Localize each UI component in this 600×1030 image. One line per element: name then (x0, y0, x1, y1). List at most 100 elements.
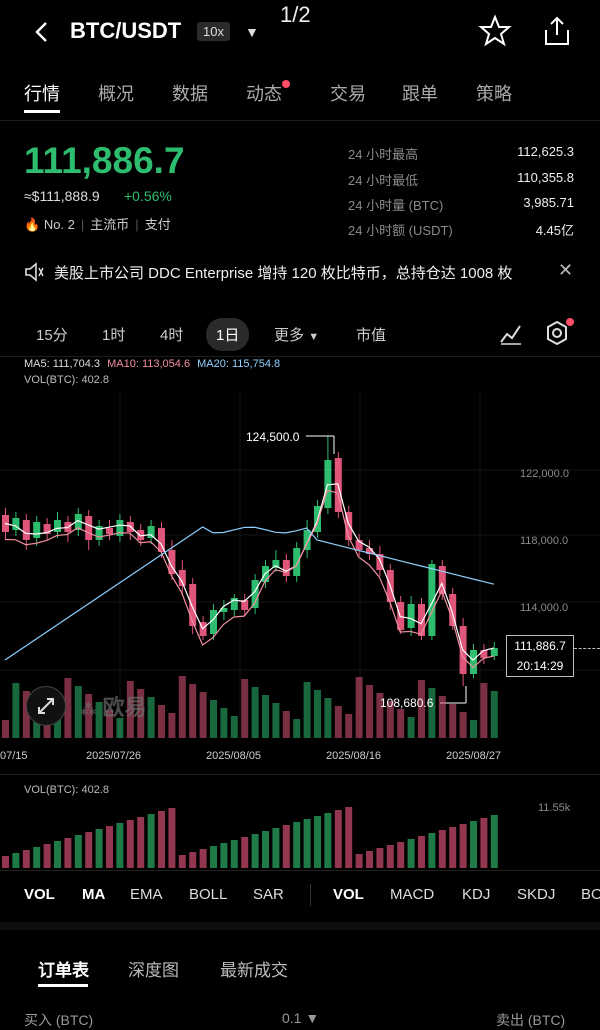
tag-mainstream[interactable]: 主流币 (90, 217, 129, 232)
volume-bar (438, 830, 446, 868)
orderbook-tab-indicator (38, 984, 88, 987)
volume-bar (449, 827, 457, 868)
volume-chart (2, 807, 498, 868)
timeframe-1d[interactable]: 1日 (206, 318, 250, 351)
y-tick-label: 114,000.0 (520, 602, 569, 614)
indicator-kdj[interactable]: KDJ (462, 886, 490, 903)
low-annotation: 108,680.6 (380, 696, 434, 710)
volume-bar-overlay (480, 683, 488, 738)
volume-bar-overlay (314, 690, 321, 738)
indicator-sar[interactable]: SAR (253, 886, 284, 903)
tab-order-book[interactable]: 订单表 (38, 956, 89, 981)
coin-tags: 🔥 No. 2 | 主流币 | 支付 (24, 217, 171, 232)
indicator-boll[interactable]: BOLL (189, 886, 227, 903)
tab-market[interactable]: 行情 (24, 80, 60, 106)
volume-bar (33, 847, 41, 868)
trading-pair-title[interactable]: BTC/USDT (70, 18, 181, 44)
tab-strategy[interactable]: 策略 (476, 80, 512, 106)
volume-bar (64, 838, 72, 868)
volume-bar-overlay (189, 684, 197, 738)
section-gap (0, 922, 600, 930)
x-date-label: 2025/08/16 (326, 750, 382, 762)
volume-bar-overlay (397, 709, 405, 738)
stat-value-high: 112,625.3 (517, 144, 574, 159)
candle-body (418, 604, 425, 636)
volume-bar (272, 828, 280, 868)
volume-bar (2, 856, 9, 868)
volume-bar (22, 850, 30, 868)
ma20-line (4, 526, 494, 661)
timeframe-4h[interactable]: 4时 (160, 324, 183, 345)
tab-depth-chart[interactable]: 深度图 (128, 956, 179, 981)
volume-bar-overlay (449, 704, 457, 738)
volume-bar (314, 816, 321, 868)
back-arrow-icon[interactable] (28, 18, 56, 46)
candle-body (490, 648, 498, 656)
indicator-boll-sub[interactable]: BO (581, 886, 600, 903)
indicator-ma[interactable]: MA (82, 886, 105, 903)
market-cap-toggle[interactable]: 市值 (356, 324, 386, 345)
pair-dropdown-icon[interactable]: ▼ (245, 24, 259, 40)
leverage-badge: 10x (197, 22, 230, 41)
chevron-down-icon: ▼ (308, 331, 320, 343)
timeframe-more[interactable]: 更多 ▼ (274, 324, 319, 345)
volume-bar (262, 831, 269, 868)
ask-header: 卖出 (BTC) (496, 1012, 566, 1028)
volume-bar-overlay (366, 685, 373, 738)
tab-data[interactable]: 数据 (172, 80, 208, 106)
current-price-tag: 111,886.7 20:14:29 (506, 635, 574, 677)
lower-panel-label: VOL(BTC): 402.8 (24, 784, 109, 796)
volume-bar (407, 839, 415, 868)
tab-overview[interactable]: 概况 (98, 80, 134, 106)
current-price-line (574, 648, 600, 649)
share-icon[interactable] (540, 14, 574, 48)
volume-bar (397, 842, 405, 868)
volume-bar-overlay (459, 712, 467, 738)
indicator-vol[interactable]: VOL (24, 886, 55, 903)
close-icon[interactable]: ✕ (558, 260, 573, 281)
precision-select[interactable]: 0.1 ▼ (282, 1010, 319, 1026)
volume-bar (74, 835, 82, 868)
candle-body (282, 560, 290, 576)
x-date-label: 2025/07/26 (86, 750, 142, 762)
candle-body (407, 604, 415, 628)
indicator-ema[interactable]: EMA (130, 886, 163, 903)
volume-bar-overlay (241, 679, 249, 738)
indicator-skdj[interactable]: SKDJ (517, 886, 555, 903)
ma10-value: MA10: 113,054.6 (107, 358, 191, 370)
volume-bar-overlay (303, 682, 311, 738)
candle-body (85, 516, 93, 540)
favorite-star-icon[interactable] (478, 14, 512, 48)
stat-value-low: 110,355.8 (517, 170, 574, 185)
timeframe-15m[interactable]: 15分 (36, 324, 68, 345)
current-price-value: 111,886.7 (514, 639, 566, 653)
divider (0, 774, 600, 775)
volume-bar (386, 845, 394, 868)
volume-legend: VOL(BTC): 402.8 (24, 374, 109, 386)
indicator-sub-vol[interactable]: VOL (333, 886, 364, 903)
tab-latest-trades[interactable]: 最新成交 (220, 956, 288, 981)
timeframe-1h[interactable]: 1时 (102, 324, 125, 345)
tab-trade[interactable]: 交易 (330, 80, 366, 106)
volume-bar (303, 819, 311, 868)
volume-bar (147, 814, 155, 868)
indicator-macd[interactable]: MACD (390, 886, 434, 903)
candle-body (54, 520, 61, 532)
fullscreen-button[interactable] (26, 686, 66, 726)
volume-bar (428, 833, 436, 868)
indicator-chart-icon[interactable] (498, 320, 524, 346)
candlestick-chart[interactable] (0, 390, 600, 740)
stat-value-turnover: 4.45亿 (535, 223, 574, 238)
exchange-watermark: ⁂ 欧易 (80, 695, 147, 720)
stat-label-volume: 24 小时量 (BTC) (348, 198, 444, 213)
active-tab-indicator (24, 110, 60, 113)
tab-copy-trading[interactable]: 跟单 (402, 80, 438, 106)
volume-bar (178, 855, 186, 868)
expand-icon (38, 698, 54, 714)
x-date-label: 07/15 (0, 750, 28, 762)
candle-body (189, 584, 197, 626)
indicator-divider (310, 884, 311, 906)
tab-news[interactable]: 动态 (246, 80, 282, 106)
tag-payment[interactable]: 支付 (145, 217, 171, 232)
news-ticker[interactable]: 美股上市公司 DDC Enterprise 增持 120 枚比特币，总持仓达 1… (54, 262, 512, 283)
